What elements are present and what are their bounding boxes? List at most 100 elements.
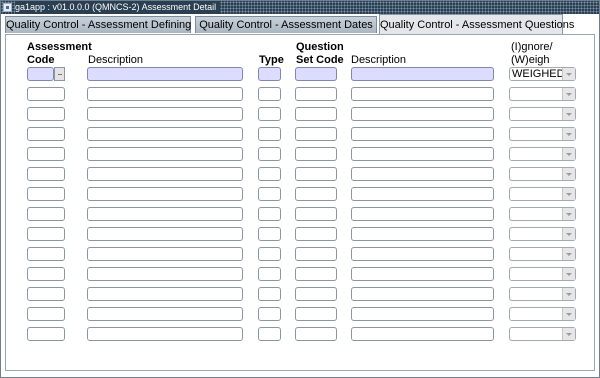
- description-field[interactable]: [87, 147, 243, 161]
- chevron-down-icon[interactable]: [562, 288, 575, 300]
- question-description-field[interactable]: [351, 87, 494, 101]
- question-description-field[interactable]: [351, 167, 494, 181]
- chevron-down-icon[interactable]: [562, 208, 575, 220]
- question-description-field[interactable]: [351, 67, 494, 81]
- chevron-down-icon[interactable]: [562, 88, 575, 100]
- description-field[interactable]: [87, 87, 243, 101]
- question-set-code-field[interactable]: [295, 287, 337, 301]
- chevron-down-icon[interactable]: [562, 228, 575, 240]
- ignore-weigh-select[interactable]: [509, 87, 576, 101]
- question-set-code-field[interactable]: [295, 67, 337, 81]
- ignore-weigh-select[interactable]: [509, 207, 576, 221]
- question-set-code-field[interactable]: [295, 247, 337, 261]
- question-description-field[interactable]: [351, 327, 494, 341]
- assessment-code-field[interactable]: [27, 287, 65, 301]
- type-field[interactable]: [258, 127, 281, 141]
- chevron-down-icon[interactable]: [562, 148, 575, 160]
- ignore-weigh-select[interactable]: [509, 307, 576, 321]
- chevron-down-icon[interactable]: [562, 188, 575, 200]
- description-field[interactable]: [87, 327, 243, 341]
- assessment-code-field[interactable]: [27, 207, 65, 221]
- question-set-code-field[interactable]: [295, 127, 337, 141]
- question-description-field[interactable]: [351, 127, 494, 141]
- chevron-down-icon[interactable]: [562, 108, 575, 120]
- question-set-code-field[interactable]: [295, 327, 337, 341]
- assessment-code-field[interactable]: [27, 107, 65, 121]
- question-set-code-field[interactable]: [295, 207, 337, 221]
- assessment-code-field[interactable]: [27, 167, 65, 181]
- chevron-down-icon[interactable]: [562, 168, 575, 180]
- assessment-code-field[interactable]: [27, 247, 65, 261]
- ignore-weigh-select[interactable]: [509, 287, 576, 301]
- assessment-code-field[interactable]: [27, 187, 65, 201]
- type-field[interactable]: [258, 167, 281, 181]
- question-description-field[interactable]: [351, 187, 494, 201]
- ignore-weigh-select[interactable]: [509, 187, 576, 201]
- description-field[interactable]: [87, 287, 243, 301]
- assessment-code-field[interactable]: [27, 327, 65, 341]
- type-field[interactable]: [258, 207, 281, 221]
- chevron-down-icon[interactable]: [562, 308, 575, 320]
- description-field[interactable]: [87, 227, 243, 241]
- question-description-field[interactable]: [351, 307, 494, 321]
- description-field[interactable]: [87, 67, 243, 81]
- assessment-code-field[interactable]: [27, 127, 65, 141]
- assessment-code-lookup-button[interactable]: ...: [54, 67, 65, 81]
- type-field[interactable]: [258, 187, 281, 201]
- question-set-code-field[interactable]: [295, 267, 337, 281]
- ignore-weigh-select[interactable]: [509, 147, 576, 161]
- question-set-code-field[interactable]: [295, 307, 337, 321]
- type-field[interactable]: [258, 287, 281, 301]
- chevron-down-icon[interactable]: [562, 68, 575, 80]
- description-field[interactable]: [87, 267, 243, 281]
- question-set-code-field[interactable]: [295, 187, 337, 201]
- question-set-code-field[interactable]: [295, 147, 337, 161]
- question-set-code-field[interactable]: [295, 87, 337, 101]
- description-field[interactable]: [87, 247, 243, 261]
- assessment-code-field[interactable]: [27, 87, 65, 101]
- assessment-code-field[interactable]: [27, 307, 65, 321]
- type-field[interactable]: [258, 247, 281, 261]
- question-set-code-field[interactable]: [295, 167, 337, 181]
- description-field[interactable]: [87, 187, 243, 201]
- assessment-code-field[interactable]: [27, 147, 65, 161]
- type-field[interactable]: [258, 67, 281, 81]
- ignore-weigh-select[interactable]: [509, 247, 576, 261]
- type-field[interactable]: [258, 87, 281, 101]
- type-field[interactable]: [258, 107, 281, 121]
- description-field[interactable]: [87, 167, 243, 181]
- description-field[interactable]: [87, 307, 243, 321]
- ignore-weigh-select[interactable]: [509, 227, 576, 241]
- description-field[interactable]: [87, 107, 243, 121]
- tab-assessment-defining[interactable]: Quality Control - Assessment Defining: [5, 16, 191, 33]
- type-field[interactable]: [258, 327, 281, 341]
- question-description-field[interactable]: [351, 147, 494, 161]
- assessment-code-field[interactable]: [27, 267, 65, 281]
- ignore-weigh-select[interactable]: [509, 267, 576, 281]
- question-description-field[interactable]: [351, 247, 494, 261]
- question-description-field[interactable]: [351, 207, 494, 221]
- ignore-weigh-select[interactable]: [509, 327, 576, 341]
- type-field[interactable]: [258, 307, 281, 321]
- ignore-weigh-select[interactable]: [509, 127, 576, 141]
- chevron-down-icon[interactable]: [562, 128, 575, 140]
- question-set-code-field[interactable]: [295, 227, 337, 241]
- description-field[interactable]: [87, 127, 243, 141]
- tab-assessment-dates[interactable]: Quality Control - Assessment Dates: [195, 16, 377, 33]
- tab-assessment-questions[interactable]: Quality Control - Assessment Questions: [379, 14, 574, 34]
- question-description-field[interactable]: [351, 267, 494, 281]
- ignore-weigh-select[interactable]: [509, 107, 576, 121]
- type-field[interactable]: [258, 227, 281, 241]
- question-set-code-field[interactable]: [295, 107, 337, 121]
- question-description-field[interactable]: [351, 287, 494, 301]
- type-field[interactable]: [258, 267, 281, 281]
- chevron-down-icon[interactable]: [562, 328, 575, 340]
- chevron-down-icon[interactable]: [562, 248, 575, 260]
- chevron-down-icon[interactable]: [562, 268, 575, 280]
- question-description-field[interactable]: [351, 107, 494, 121]
- ignore-weigh-select[interactable]: WEIGHED: [509, 67, 576, 81]
- ignore-weigh-select[interactable]: [509, 167, 576, 181]
- assessment-code-field[interactable]: [27, 67, 54, 81]
- description-field[interactable]: [87, 207, 243, 221]
- question-description-field[interactable]: [351, 227, 494, 241]
